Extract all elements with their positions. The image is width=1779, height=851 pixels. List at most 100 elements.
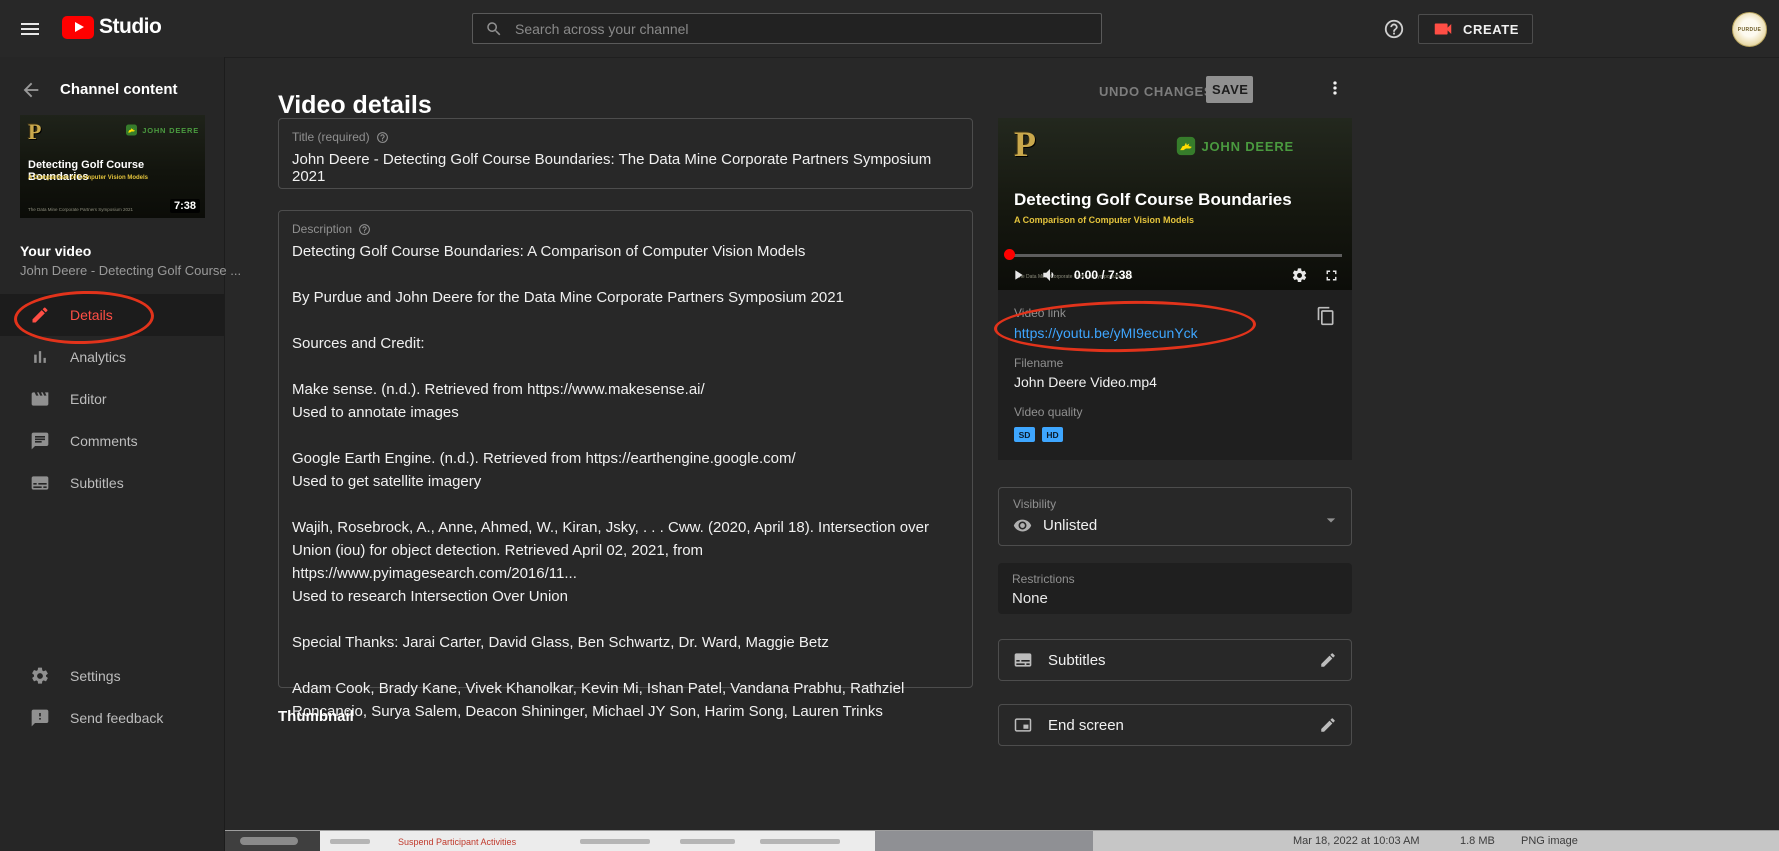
quality-label: Video quality: [1014, 405, 1336, 419]
sidebar-item-settings[interactable]: Settings: [0, 655, 224, 697]
sidebar-footer: Settings Send feedback: [0, 655, 224, 739]
purdue-logo: P: [28, 121, 41, 143]
smudge: [760, 839, 840, 844]
video-thumbnail: P JOHN DEERE Detecting Golf Course Bound…: [20, 115, 205, 218]
video-link[interactable]: https://youtu.be/yMI9ecunYck: [1014, 325, 1336, 341]
youtube-studio-logo[interactable]: Studio: [62, 15, 161, 39]
avatar[interactable]: PURDUE: [1732, 12, 1767, 47]
description-field-value[interactable]: Detecting Golf Course Boundaries: A Comp…: [292, 240, 959, 723]
thumb-subtitle: A Comparison of Computer Vision Models: [28, 175, 148, 181]
end-screen-card[interactable]: End screen: [998, 704, 1352, 746]
bottom-overlay-strip: Suspend Participant Activities Mar 18, 2…: [225, 830, 1779, 851]
sidebar-item-send-feedback[interactable]: Send feedback: [0, 697, 224, 739]
avatar-text: PURDUE: [1738, 27, 1762, 33]
restrictions-label: Restrictions: [1012, 572, 1338, 586]
edit-pencil-icon[interactable]: [1319, 716, 1337, 734]
sidebar-item-comments[interactable]: Comments: [0, 420, 224, 462]
chevron-down-icon[interactable]: [1321, 510, 1341, 530]
search-icon: [485, 20, 503, 38]
restrictions-value: None: [1012, 590, 1338, 607]
sidebar: Channel content P JOHN DEERE Detecting G…: [0, 57, 225, 851]
help-circle-icon[interactable]: [358, 223, 371, 236]
video-player[interactable]: P JOHN DEERE Detecting Golf Course Bound…: [998, 118, 1352, 290]
help-circle-icon[interactable]: [376, 131, 389, 144]
visibility-label: Visibility: [1013, 497, 1337, 511]
search-input[interactable]: [513, 20, 1101, 38]
filename-label: Filename: [1014, 356, 1336, 370]
subtitles-card-label: Subtitles: [1048, 652, 1319, 669]
sidebar-item-editor[interactable]: Editor: [0, 378, 224, 420]
video-link-label: Video link: [1014, 306, 1336, 320]
sidebar-item-analytics[interactable]: Analytics: [0, 336, 224, 378]
sidebar-item-label: Analytics: [70, 349, 126, 365]
menu-icon[interactable]: [18, 17, 42, 41]
smudge: [680, 839, 735, 844]
subtitles-card[interactable]: Subtitles: [998, 639, 1352, 681]
back-arrow-icon[interactable]: [20, 79, 42, 101]
sidebar-item-label: Subtitles: [70, 475, 124, 491]
video-title-truncated: John Deere - Detecting Golf Course ...: [20, 263, 241, 278]
smudge: [580, 839, 650, 844]
volume-icon[interactable]: [1041, 266, 1059, 284]
subtitles-icon: [1013, 650, 1033, 670]
deere-wordmark: JOHN DEERE: [142, 126, 199, 135]
subtitles-icon: [30, 473, 50, 493]
play-icon[interactable]: [1010, 267, 1026, 283]
thumbnail-section-label: Thumbnail: [278, 708, 354, 725]
title-field[interactable]: Title (required) John Deere - Detecting …: [278, 118, 973, 189]
john-deere-logo: JOHN DEERE: [125, 124, 199, 136]
edit-pencil-icon[interactable]: [1319, 651, 1337, 669]
end-screen-card-label: End screen: [1048, 717, 1319, 734]
video-preview-card: P JOHN DEERE Detecting Golf Course Bound…: [998, 118, 1352, 460]
deere-deer-icon: [1175, 136, 1197, 156]
duration-badge: 7:38: [170, 199, 200, 213]
channel-content-label[interactable]: Channel content: [60, 81, 178, 98]
brand-text: Studio: [99, 15, 161, 39]
create-label: CREATE: [1463, 22, 1519, 37]
smudge: [330, 839, 370, 844]
purdue-logo: P: [1014, 126, 1036, 162]
deere-wordmark: JOHN DEERE: [1201, 139, 1294, 154]
undo-changes-button[interactable]: UNDO CHANGES: [1093, 83, 1219, 100]
video-info-panel: Video link https://youtu.be/yMI9ecunYck …: [998, 290, 1352, 460]
create-button[interactable]: CREATE: [1418, 14, 1533, 44]
sd-badge: SD: [1014, 427, 1035, 442]
player-art-title: Detecting Golf Course Boundaries: [1014, 190, 1292, 210]
quality-badges: SD HD: [1014, 427, 1336, 442]
visibility-dropdown[interactable]: Visibility Unlisted: [998, 487, 1352, 546]
time-display: 0:00 / 7:38: [1074, 268, 1132, 282]
deere-deer-icon: [125, 124, 138, 136]
your-video-label: Your video: [20, 243, 91, 259]
restrictions-card[interactable]: Restrictions None: [998, 563, 1352, 614]
title-field-label: Title (required): [292, 130, 370, 144]
player-art-subtitle: A Comparison of Computer Vision Models: [1014, 215, 1194, 225]
sidebar-item-label: Editor: [70, 391, 107, 407]
progress-bar[interactable]: [1008, 254, 1342, 257]
feedback-icon: [30, 708, 50, 728]
playhead[interactable]: [1004, 249, 1015, 260]
fullscreen-icon[interactable]: [1323, 267, 1340, 284]
hd-badge: HD: [1042, 427, 1063, 442]
help-icon[interactable]: [1383, 18, 1405, 40]
sidebar-item-label: Send feedback: [70, 710, 163, 726]
channel-search[interactable]: [472, 13, 1102, 44]
sidebar-item-subtitles[interactable]: Subtitles: [0, 462, 224, 504]
page-title: Video details: [278, 91, 432, 120]
gray-segment: [875, 831, 1093, 851]
sidebar-item-label: Comments: [70, 433, 138, 449]
kebab-menu-icon[interactable]: [1325, 78, 1345, 98]
save-button[interactable]: SAVE: [1206, 76, 1253, 103]
youtube-play-icon: [62, 16, 94, 39]
end-screen-icon: [1013, 715, 1033, 735]
player-settings-icon[interactable]: [1291, 267, 1308, 284]
youtube-studio-app: Studio CREATE PURDUE Channel content P: [0, 0, 1779, 851]
sidebar-item-details[interactable]: Details: [0, 294, 224, 336]
comment-icon: [30, 431, 50, 451]
description-field[interactable]: Description Detecting Golf Course Bounda…: [278, 210, 973, 688]
title-field-value[interactable]: John Deere - Detecting Golf Course Bound…: [292, 151, 959, 185]
filename-value: John Deere Video.mp4: [1014, 374, 1336, 390]
topbar: Studio CREATE PURDUE: [0, 0, 1779, 58]
copy-icon[interactable]: [1316, 306, 1336, 326]
background-window-strip: Suspend Participant Activities: [320, 831, 875, 851]
bar-chart-icon: [30, 347, 50, 367]
